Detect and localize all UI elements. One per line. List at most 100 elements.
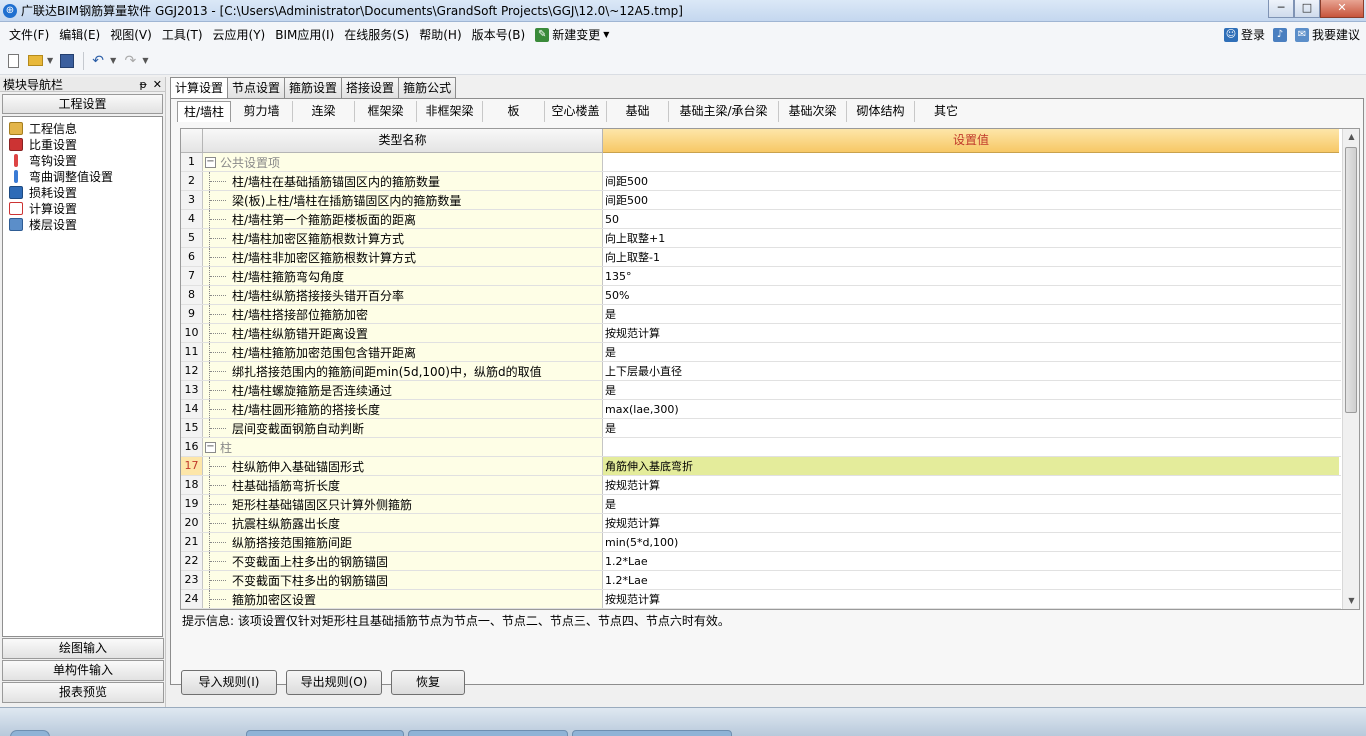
table-row[interactable]: 8 柱/墙柱纵筋搭接接头错开百分率 50% [181,286,1341,305]
row-value-cell[interactable]: 角筋伸入基底弯折 [603,457,1339,475]
table-row[interactable]: 15 层间变截面钢筋自动判断 是 [181,419,1341,438]
table-row[interactable]: 12 绑扎搭接范围内的箍筋间距min(5d,100)中，纵筋d的取值 上下层最小直径 [181,362,1341,381]
row-value-cell[interactable]: max(lae,300) [603,400,1339,418]
table-row[interactable]: 5 柱/墙柱加密区箍筋根数计算方式 向上取整+1 [181,229,1341,248]
row-value-cell[interactable]: 50 [603,210,1339,228]
tab-stirrup-formula[interactable]: 箍筋公式 [398,77,457,98]
row-value-cell[interactable]: 上下层最小直径 [603,362,1339,380]
panel-close-icon[interactable]: ✕ [153,78,162,91]
minimize-button[interactable]: ─ [1268,0,1294,18]
close-button[interactable]: ✕ [1320,0,1364,18]
taskbar-item[interactable] [572,730,732,736]
row-value-cell[interactable]: 是 [603,419,1339,437]
row-value-cell[interactable]: 是 [603,343,1339,361]
notification-button[interactable]: ♪ [1272,27,1287,42]
tab-foundation[interactable]: 基础 [607,101,669,122]
tab-shear-wall[interactable]: 剪力墙 [231,101,293,122]
table-row[interactable]: 1− 公共设置项 [181,153,1341,172]
column-header-name[interactable]: 类型名称 [203,129,603,153]
tree-item-hook[interactable]: 弯钩设置 [3,152,162,168]
scroll-up-icon[interactable]: ▲ [1343,129,1359,145]
pin-icon[interactable]: ᵽ [139,78,146,91]
tab-stirrup-settings[interactable]: 箍筋设置 [284,77,343,98]
table-row[interactable]: 19 矩形柱基础锚固区只计算外侧箍筋 是 [181,495,1341,514]
tab-calc-settings[interactable]: 计算设置 [170,77,229,99]
vertical-scrollbar[interactable]: ▲ ▼ [1342,129,1359,609]
collapse-icon[interactable]: − [205,156,216,168]
table-row[interactable]: 6 柱/墙柱非加密区箍筋根数计算方式 向上取整-1 [181,248,1341,267]
tree-item-project-info[interactable]: 工程信息 [3,120,162,136]
menu-help[interactable]: 帮助(H) [414,26,466,43]
menu-cloud[interactable]: 云应用(Y) [208,26,271,43]
table-row[interactable]: 13 柱/墙柱螺旋箍筋是否连续通过 是 [181,381,1341,400]
tab-lap-settings[interactable]: 搭接设置 [341,77,400,98]
new-change-menu[interactable]: ✎ 新建变更 ▼ [530,26,614,43]
tab-slab[interactable]: 板 [483,101,545,122]
tree-item-loss[interactable]: 损耗设置 [3,184,162,200]
undo-button[interactable]: ↶ [88,51,108,71]
row-value-cell[interactable]: 向上取整-1 [603,248,1339,266]
login-button[interactable]: ☺ 登录 [1223,26,1265,43]
undo-dropdown-icon[interactable]: ▼ [110,56,116,65]
table-row[interactable]: 18 柱基础插筋弯折长度 按规范计算 [181,476,1341,495]
menu-online[interactable]: 在线服务(S) [339,26,414,43]
restore-button[interactable]: 恢复 [391,670,465,695]
tab-other[interactable]: 其它 [915,101,977,122]
project-settings-group[interactable]: 工程设置 [2,94,163,114]
redo-button[interactable]: ↷ [120,51,140,71]
row-value-cell[interactable]: 50% [603,286,1339,304]
table-row[interactable]: 21 纵筋搭接范围箍筋间距 min(5*d,100) [181,533,1341,552]
tab-column[interactable]: 柱/墙柱 [177,101,231,122]
table-row[interactable]: 20 抗震柱纵筋露出长度 按规范计算 [181,514,1341,533]
row-value-cell[interactable]: 按规范计算 [603,514,1339,532]
row-value-cell[interactable] [603,153,1339,171]
row-value-cell[interactable]: 1.2*Lae [603,571,1339,589]
table-row[interactable]: 4 柱/墙柱第一个箍筋距楼板面的距离 50 [181,210,1341,229]
report-preview-button[interactable]: 报表预览 [2,682,164,703]
menu-bim[interactable]: BIM应用(I) [270,26,339,43]
tab-node-settings[interactable]: 节点设置 [227,77,286,98]
open-dropdown-icon[interactable]: ▼ [47,56,53,65]
table-row[interactable]: 14 柱/墙柱圆形箍筋的搭接长度 max(lae,300) [181,400,1341,419]
tab-frame-beam[interactable]: 框架梁 [355,101,417,122]
tab-masonry[interactable]: 砌体结构 [847,101,915,122]
export-rules-button[interactable]: 导出规则(O) [286,670,382,695]
table-row[interactable]: 2 柱/墙柱在基础插筋锚固区内的箍筋数量 间距500 [181,172,1341,191]
tab-hollow-floor[interactable]: 空心楼盖 [545,101,607,122]
scroll-down-icon[interactable]: ▼ [1343,593,1359,609]
row-value-cell[interactable]: 是 [603,381,1339,399]
tab-coupling-beam[interactable]: 连梁 [293,101,355,122]
menu-file[interactable]: 文件(F) [4,26,54,43]
row-value-cell[interactable] [603,438,1339,456]
menu-version[interactable]: 版本号(B) [467,26,531,43]
table-row[interactable]: 9 柱/墙柱搭接部位箍筋加密 是 [181,305,1341,324]
table-row[interactable]: 3 梁(板)上柱/墙柱在插筋锚固区内的箍筋数量 间距500 [181,191,1341,210]
drawing-input-button[interactable]: 绘图输入 [2,638,164,659]
tree-item-bend-adjust[interactable]: 弯曲调整值设置 [3,168,162,184]
suggest-button[interactable]: ✉ 我要建议 [1294,26,1360,43]
tab-foundation-main-beam[interactable]: 基础主梁/承台梁 [669,101,779,122]
start-button[interactable] [10,730,50,736]
row-value-cell[interactable]: 135° [603,267,1339,285]
row-value-cell[interactable]: 是 [603,495,1339,513]
row-value-cell[interactable]: 向上取整+1 [603,229,1339,247]
table-row[interactable]: 16− 柱 [181,438,1341,457]
menu-view[interactable]: 视图(V) [105,26,157,43]
column-header-value[interactable]: 设置值 [603,129,1339,153]
row-value-cell[interactable]: 1.2*Lae [603,552,1339,570]
save-button[interactable] [57,51,77,71]
redo-dropdown-icon[interactable]: ▼ [142,56,148,65]
tab-non-frame-beam[interactable]: 非框架梁 [417,101,483,122]
table-row[interactable]: 17 柱纵筋伸入基础锚固形式 角筋伸入基底弯折 [181,457,1341,476]
table-row[interactable]: 10 柱/墙柱纵筋错开距离设置 按规范计算 [181,324,1341,343]
menu-tools[interactable]: 工具(T) [157,26,208,43]
row-value-cell[interactable]: 按规范计算 [603,590,1339,608]
table-row[interactable]: 11 柱/墙柱箍筋加密范围包含错开距离 是 [181,343,1341,362]
maximize-button[interactable]: □ [1294,0,1320,18]
table-row[interactable]: 24 箍筋加密区设置 按规范计算 [181,590,1341,609]
table-row[interactable]: 7 柱/墙柱箍筋弯勾角度 135° [181,267,1341,286]
tab-foundation-secondary-beam[interactable]: 基础次梁 [779,101,847,122]
tree-item-calc[interactable]: 计算设置 [3,200,162,216]
menu-edit[interactable]: 编辑(E) [54,26,105,43]
row-value-cell[interactable]: 按规范计算 [603,324,1339,342]
